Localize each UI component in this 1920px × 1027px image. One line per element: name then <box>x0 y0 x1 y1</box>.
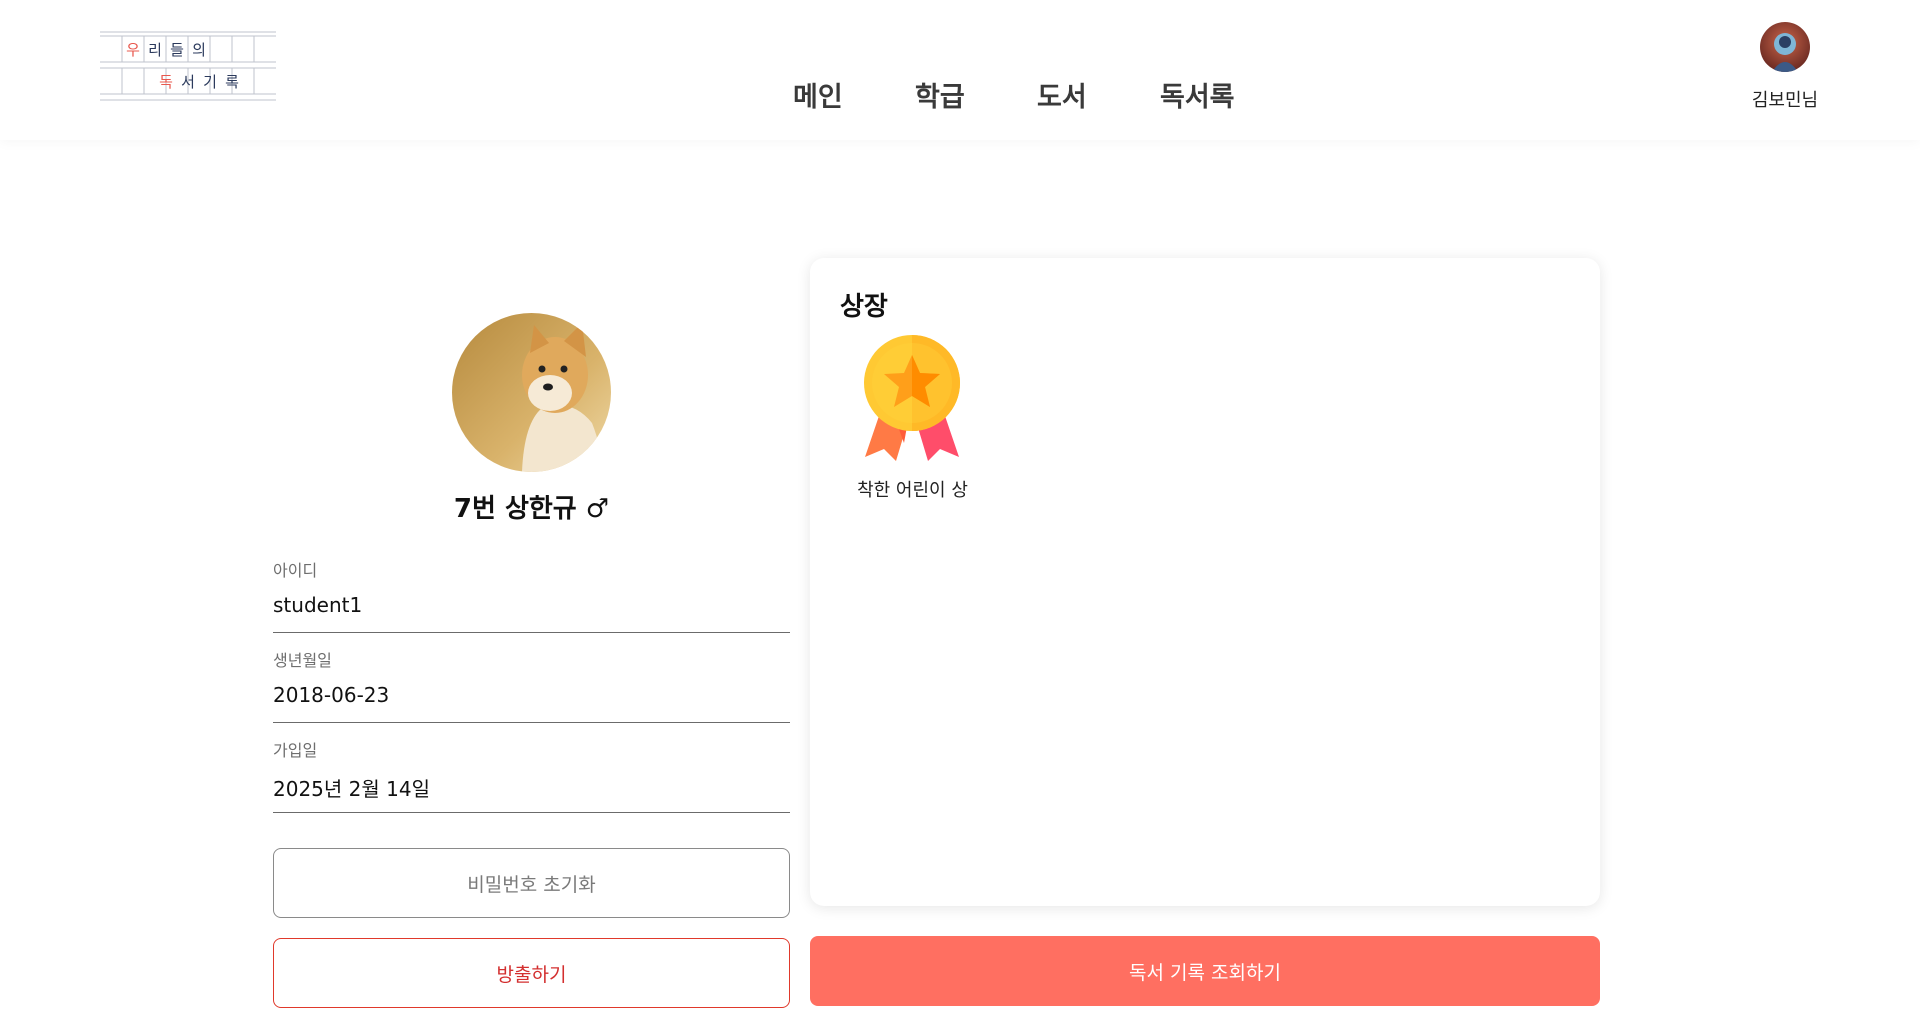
medal-icon <box>860 333 964 463</box>
main-nav: 메인 학급 도서 독서록 <box>0 75 1920 125</box>
award-name: 착한 어린이 상 <box>857 480 968 501</box>
user-avatar[interactable] <box>1760 22 1810 72</box>
field-join-date: 가입일 2025년 2월 14일 <box>273 737 790 813</box>
awards-card: 상장 착한 어린이 상 <box>810 258 1600 906</box>
logo-char: 리 <box>148 41 162 59</box>
field-value: 2025년 2월 14일 <box>273 777 430 801</box>
field-label: 생년월일 <box>273 651 332 670</box>
user-name: 김보민님 <box>1751 90 1819 111</box>
award-item[interactable]: 착한 어린이 상 <box>850 333 975 513</box>
student-title: 7번 상한규 ♂ <box>453 494 610 524</box>
field-value: student1 <box>273 593 363 617</box>
nav-reading-log[interactable]: 독서록 <box>1160 75 1235 114</box>
expel-student-button[interactable]: 방출하기 <box>273 938 790 1008</box>
student-photo <box>452 313 611 472</box>
awards-title: 상장 <box>840 292 888 322</box>
field-birthdate: 생년월일 2018-06-23 <box>273 647 790 723</box>
field-label: 가입일 <box>273 741 318 760</box>
top-header: 우 리 들 의 독 서 기 록 메인 학급 도서 독서록 김보민님 <box>0 0 1920 140</box>
nav-class[interactable]: 학급 <box>915 75 965 114</box>
logo-char: 의 <box>192 41 206 59</box>
field-value: 2018-06-23 <box>273 683 390 707</box>
user-menu[interactable]: 김보민님 <box>1735 22 1835 122</box>
nav-main[interactable]: 메인 <box>793 75 843 114</box>
view-reading-records-button[interactable]: 독서 기록 조회하기 <box>810 936 1600 1006</box>
logo-char: 우 <box>126 41 140 59</box>
reset-password-button[interactable]: 비밀번호 초기화 <box>273 848 790 918</box>
logo-char: 들 <box>170 41 184 59</box>
field-id: 아이디 student1 <box>273 557 790 633</box>
field-label: 아이디 <box>273 561 318 580</box>
nav-books[interactable]: 도서 <box>1037 75 1087 114</box>
